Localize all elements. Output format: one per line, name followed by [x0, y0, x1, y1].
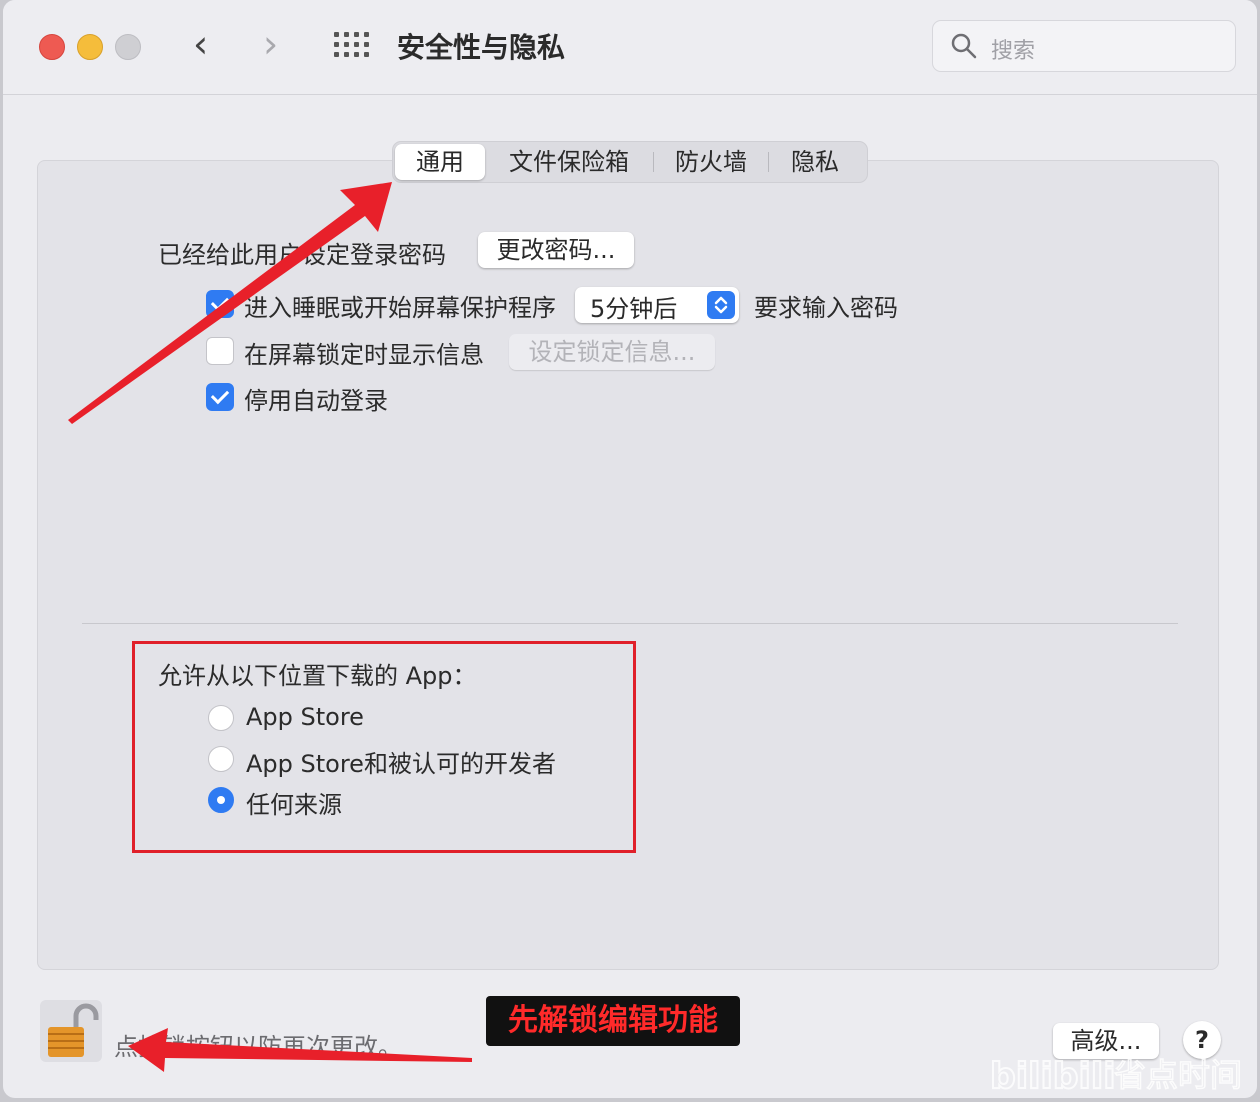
sleep-password-checkbox[interactable]	[206, 290, 234, 318]
highlight-box	[132, 641, 636, 853]
disable-auto-login-label: 停用自动登录	[244, 387, 388, 415]
open-padlock-icon	[48, 1003, 99, 1057]
lock-hint-text: 点按锁按钮以防再次更改。	[114, 1033, 402, 1061]
unlock-button[interactable]	[40, 1000, 102, 1062]
watermark-logo-text: bilibili	[990, 1056, 1116, 1097]
search-field[interactable]: 搜索	[932, 20, 1236, 72]
minimize-window-button[interactable]	[77, 34, 103, 60]
lock-message-label: 在屏幕锁定时显示信息	[244, 341, 484, 369]
annotation-note: 先解锁编辑功能	[486, 996, 740, 1046]
sleep-password-label: 进入睡眠或开始屏幕保护程序	[244, 294, 556, 322]
watermark: bilibili 省点时间	[989, 1044, 1258, 1098]
tab-privacy[interactable]: 隐私	[769, 144, 861, 180]
tab-firewall[interactable]: 防火墙	[654, 144, 768, 180]
back-arrow-icon[interactable]: ‹	[193, 24, 208, 64]
tab-general[interactable]: 通用	[395, 144, 485, 180]
section-divider	[82, 623, 1178, 624]
stepper-chevrons-icon	[707, 291, 735, 319]
password-delay-value: 5分钟后	[590, 295, 678, 323]
disable-auto-login-checkbox[interactable]	[206, 383, 234, 411]
password-delay-select[interactable]: 5分钟后	[575, 287, 739, 323]
window-title: 安全性与隐私	[397, 31, 566, 64]
zoom-window-button[interactable]	[115, 34, 141, 60]
change-password-button[interactable]: 更改密码...	[478, 232, 634, 268]
title-bar: ‹ › 安全性与隐私 搜索	[3, 0, 1257, 95]
show-all-grid-icon[interactable]	[334, 32, 370, 58]
bilibili-logo: bilibili 省点时间	[989, 1055, 1243, 1098]
lock-message-checkbox[interactable]	[206, 337, 234, 365]
watermark-text: 省点时间	[1114, 1056, 1242, 1094]
search-placeholder: 搜索	[991, 39, 1036, 64]
close-window-button[interactable]	[39, 34, 65, 60]
require-password-label: 要求输入密码	[754, 294, 898, 322]
search-icon	[951, 33, 977, 59]
tab-filevault[interactable]: 文件保险箱	[485, 144, 653, 180]
tab-bar: 通用 文件保险箱 防火墙 隐私	[392, 141, 868, 183]
set-lock-message-button[interactable]: 设定锁定信息...	[509, 334, 715, 370]
forward-arrow-icon[interactable]: ›	[263, 24, 278, 64]
login-password-label: 已经给此用户设定登录密码	[158, 241, 446, 269]
